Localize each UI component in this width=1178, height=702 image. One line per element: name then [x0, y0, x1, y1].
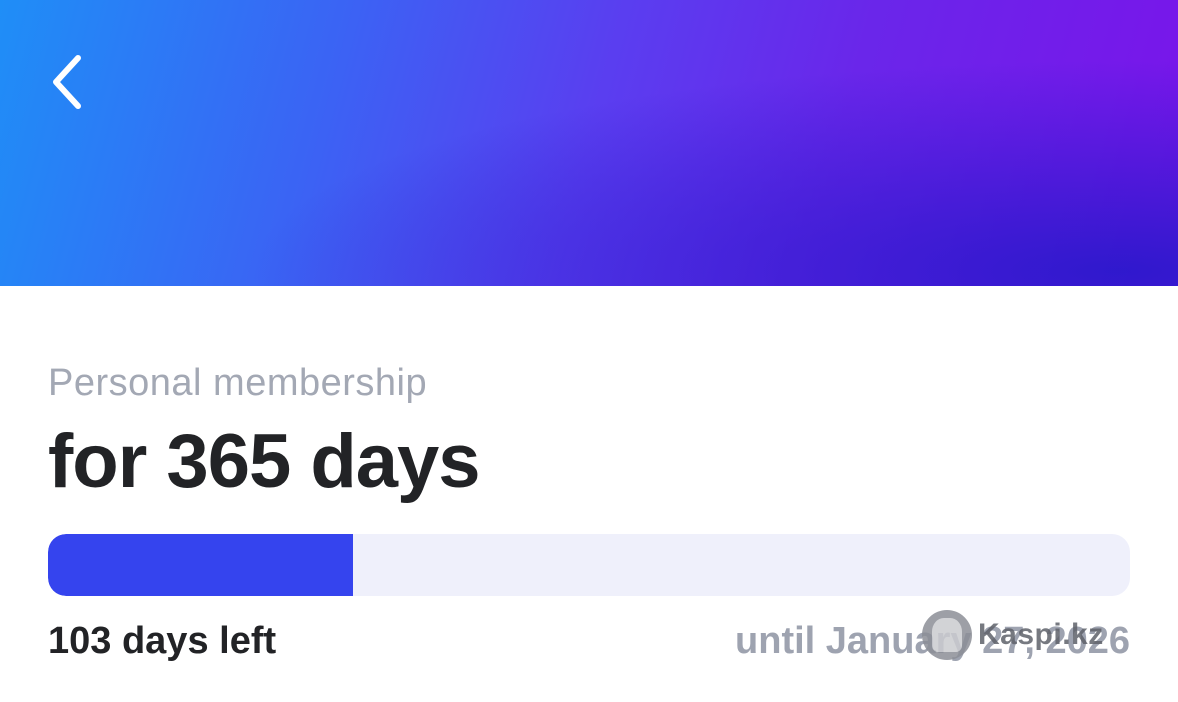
- membership-screen: Personal membership for 365 days 103 day…: [0, 0, 1178, 702]
- membership-progress-bar: [48, 534, 1130, 596]
- membership-duration-title: for 365 days: [48, 419, 481, 504]
- watermark-text: Kaspi.kz: [978, 618, 1104, 651]
- kaspi-watermark: Kaspi.kz: [922, 610, 1104, 660]
- back-button[interactable]: [38, 48, 94, 116]
- days-left-label: 103 days left: [48, 620, 277, 662]
- membership-type-label: Personal membership: [48, 362, 428, 404]
- membership-progress-fill: [48, 534, 354, 596]
- header-banner: [0, 0, 1178, 286]
- chevron-left-icon: [46, 52, 86, 112]
- kaspi-logo-icon: [922, 610, 972, 660]
